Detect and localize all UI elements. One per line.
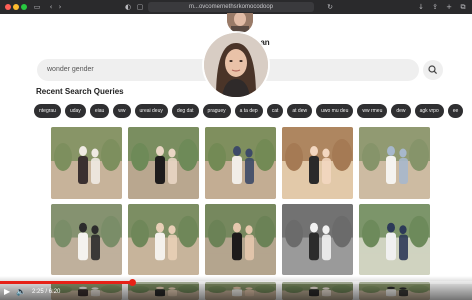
couple-hands-white-dress-photo[interactable] — [51, 204, 122, 275]
recent-search-chip[interactable]: ww — [113, 104, 131, 118]
couple-holding-hands-cactus-photo[interactable] — [205, 127, 276, 199]
recent-search-chip[interactable]: uday — [64, 104, 86, 118]
recent-search-chip[interactable]: praguey — [202, 104, 231, 118]
video-progress-fill — [0, 281, 132, 284]
reload-icon[interactable]: ↻ — [326, 3, 334, 11]
toddler-portrait-photo[interactable] — [282, 127, 353, 199]
recent-search-chip[interactable]: uwo mu deu — [316, 104, 354, 118]
recent-search-chip[interactable]: ureai deuy — [134, 104, 168, 118]
profile-avatar[interactable] — [227, 13, 253, 33]
recent-search-chip[interactable]: eiau — [89, 104, 110, 118]
volume-icon[interactable]: 🔈 — [16, 287, 26, 297]
sidebar-icon[interactable]: ▭ — [33, 3, 41, 11]
video-progress-bar[interactable] — [0, 279, 472, 286]
screen: ▭ ‹ › ◐ ▢ m...ovcomernethsrkomocodoop ↻ … — [0, 0, 472, 300]
recent-search-chip[interactable]: ww rmeu — [357, 104, 388, 118]
maximize-window-button[interactable] — [21, 4, 27, 10]
woman-sitting-black-dress-photo[interactable] — [205, 204, 276, 275]
video-controls — [0, 276, 472, 300]
close-window-button[interactable] — [5, 4, 11, 10]
video-time: 2:25 / 6:20 — [32, 289, 61, 295]
minimize-window-button[interactable] — [13, 4, 19, 10]
couple-standing-bw-photo[interactable] — [282, 204, 353, 275]
recent-search-chip[interactable]: a ta dep — [234, 104, 263, 118]
shield-icon[interactable]: ◐ — [124, 3, 132, 11]
recent-search-chip[interactable]: ee — [447, 104, 464, 118]
forward-arrow-icon[interactable]: › — [56, 3, 64, 11]
man-patterned-shirt-portrait-photo[interactable] — [359, 204, 430, 275]
recent-search-chip[interactable]: ntegrau — [34, 104, 61, 118]
tab-icon[interactable]: ▢ — [136, 3, 144, 11]
webcam-overlay — [204, 33, 268, 97]
tab-overview-icon[interactable]: ⧉ — [459, 3, 467, 11]
section-title: Recent Search Queries — [36, 87, 124, 96]
woman-white-dress-cactus-photo[interactable] — [128, 204, 199, 275]
address-bar[interactable]: m...ovcomernethsrkomocodoop — [148, 2, 314, 12]
recent-search-chip[interactable]: cat — [266, 104, 284, 118]
recent-search-chip[interactable]: deg dat — [171, 104, 199, 118]
download-icon[interactable]: ↓ — [417, 3, 425, 11]
couple-walking-desert-garden-photo[interactable] — [51, 127, 122, 199]
recent-search-chip[interactable]: agk vrpo — [414, 104, 444, 118]
recent-search-chips: ntegrau uday eiau ww ureai deuy deg dat prague… — [34, 104, 472, 118]
woman-black-dress-cactus-garden-photo[interactable] — [128, 127, 199, 199]
recent-search-chip[interactable]: dew — [391, 104, 411, 118]
woman-white-outfit-garden-photo[interactable] — [359, 127, 430, 199]
play-icon[interactable]: ▶ — [4, 287, 10, 297]
share-icon[interactable]: ⇪ — [431, 3, 439, 11]
search-icon — [428, 65, 438, 75]
recent-search-chip[interactable]: at dew — [287, 104, 313, 118]
photo-grid — [51, 127, 431, 300]
browser-toolbar: ▭ ‹ › ◐ ▢ m...ovcomernethsrkomocodoop ↻ … — [0, 0, 472, 14]
search-button[interactable] — [423, 60, 443, 80]
new-tab-icon[interactable]: + — [445, 3, 453, 11]
search-input[interactable]: wonder gender — [47, 59, 94, 81]
video-scrubber-handle[interactable] — [129, 279, 136, 286]
back-arrow-icon[interactable]: ‹ — [47, 3, 55, 11]
